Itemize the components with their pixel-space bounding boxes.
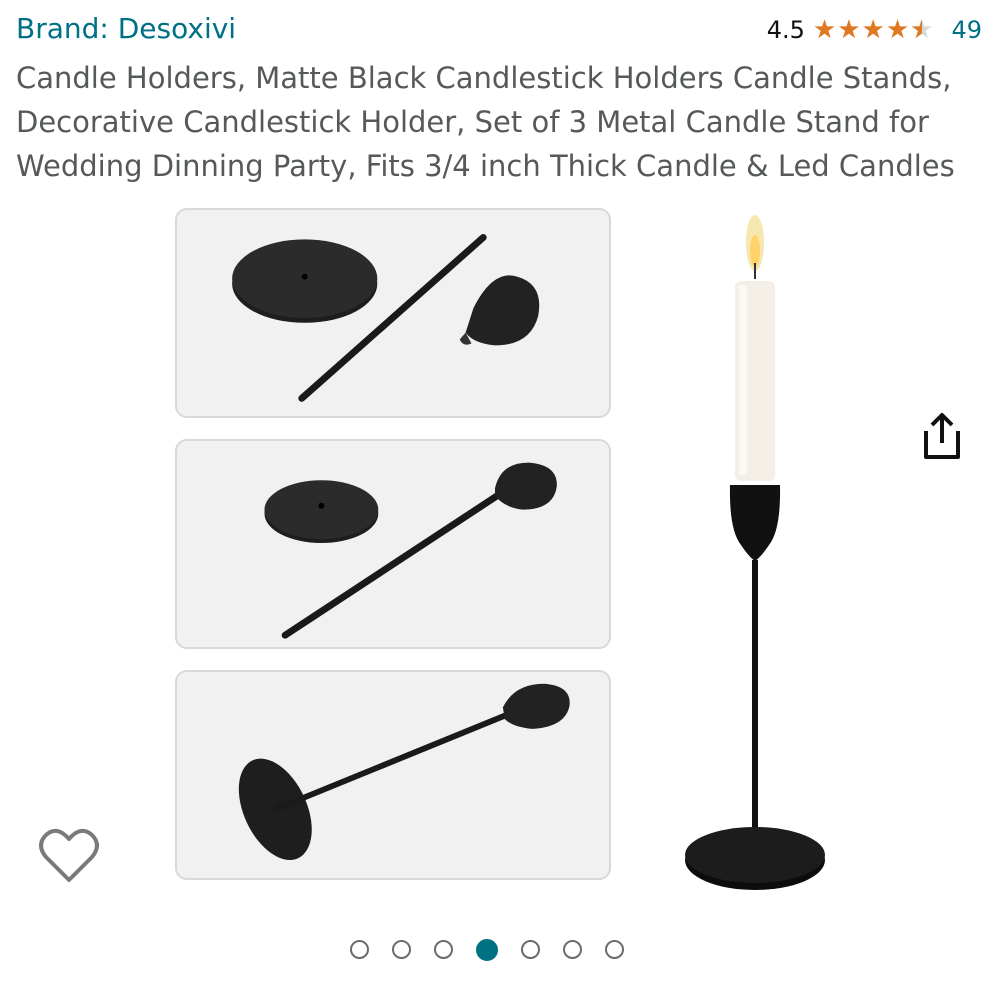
parts-photo-2: [175, 439, 611, 649]
pagination-dot[interactable]: [605, 940, 624, 959]
pagination-dot[interactable]: [350, 940, 369, 959]
share-icon[interactable]: [920, 409, 964, 463]
star-icon: ★: [861, 15, 885, 45]
rating-summary[interactable]: 4.5 ★ ★ ★ ★ ★ 49: [767, 16, 982, 44]
product-title: Candle Holders, Matte Black Candlestick …: [16, 61, 955, 183]
star-rating: ★ ★ ★ ★ ★: [813, 17, 934, 43]
pagination-dot[interactable]: [563, 940, 582, 959]
candlestick-main-image: [685, 215, 825, 890]
pagination-dot[interactable]: [521, 940, 540, 959]
star-icon: ★: [837, 15, 861, 45]
heart-icon[interactable]: [38, 826, 100, 884]
star-icon: ★: [885, 15, 910, 45]
half-star-icon: ★: [910, 17, 933, 43]
review-count-link[interactable]: 49: [951, 16, 982, 44]
star-icon: ★: [812, 15, 837, 45]
pagination-dot[interactable]: [392, 940, 411, 959]
pagination-dot[interactable]: [434, 940, 453, 959]
product-image-gallery[interactable]: [0, 195, 1000, 915]
brand-link[interactable]: Brand: Desoxivi: [16, 12, 236, 45]
parts-photo-1: [175, 208, 611, 418]
rating-value: 4.5: [766, 16, 805, 44]
pagination-dot-active[interactable]: [476, 939, 498, 961]
assembled-photo-3: [175, 670, 611, 880]
image-pagination: [350, 939, 624, 961]
